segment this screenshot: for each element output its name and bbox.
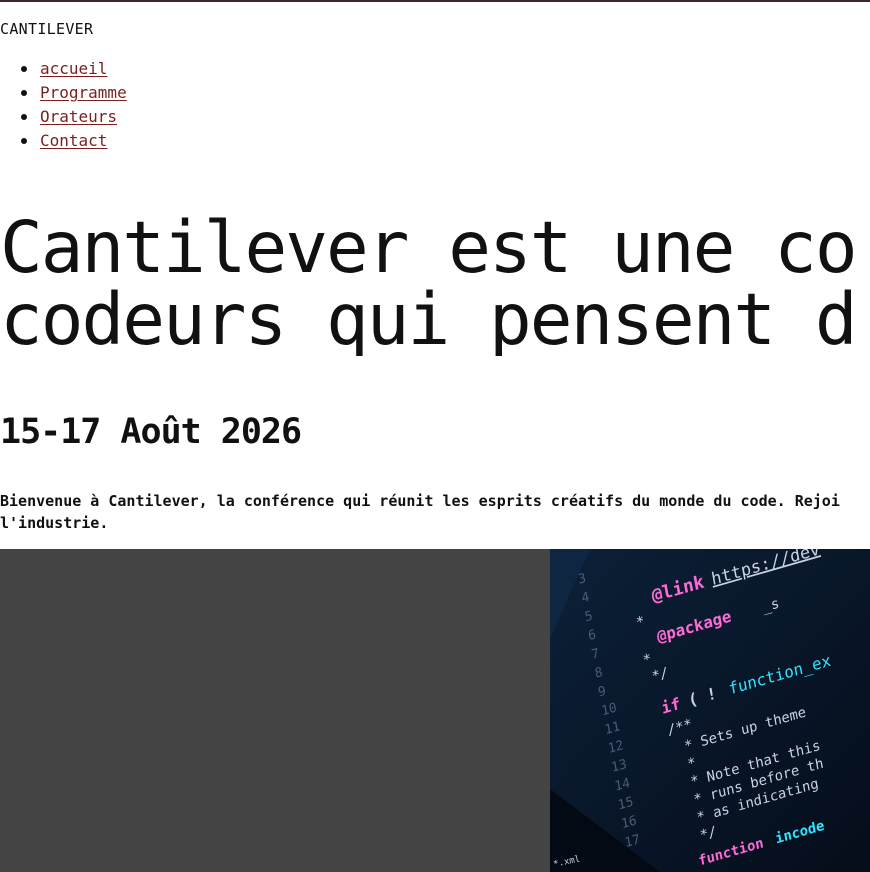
nav-item-orateurs: Orateurs bbox=[0, 105, 127, 129]
gray-image-placeholder bbox=[0, 549, 550, 872]
nav-item-programme: Programme bbox=[0, 81, 127, 105]
nav-link-accueil[interactable]: accueil bbox=[40, 59, 107, 78]
nav-link-orateurs[interactable]: Orateurs bbox=[40, 107, 117, 126]
intro-line-1: Bienvenue à Cantilever, la conférence qu… bbox=[0, 492, 840, 510]
hero-headline: Cantilever est une co codeurs qui pensen… bbox=[0, 212, 870, 356]
intro-paragraph: Bienvenue à Cantilever, la conférence qu… bbox=[0, 490, 870, 534]
main-nav: accueil Programme Orateurs Contact bbox=[0, 57, 127, 153]
nav-item-accueil: accueil bbox=[0, 57, 127, 81]
nav-item-contact: Contact bbox=[0, 129, 127, 153]
intro-line-2: l'industrie. bbox=[0, 514, 109, 532]
event-date: 15-17 Août 2026 bbox=[0, 412, 302, 452]
nav-link-programme[interactable]: Programme bbox=[40, 83, 127, 102]
site-brand: CANTILEVER bbox=[0, 20, 94, 38]
hero-headline-line-1: Cantilever est une co bbox=[0, 212, 858, 289]
hero-headline-line-2: codeurs qui pensent d bbox=[0, 278, 858, 356]
nav-link-contact[interactable]: Contact bbox=[40, 131, 107, 150]
code-screenshot-graphic: 34567891011121314151617@link https://dev*… bbox=[550, 549, 870, 872]
code-screenshot-image: 3 4 5 6 7 8 9 10 11 12 13 14 15 16 17 @link https://dev *… bbox=[550, 549, 870, 872]
